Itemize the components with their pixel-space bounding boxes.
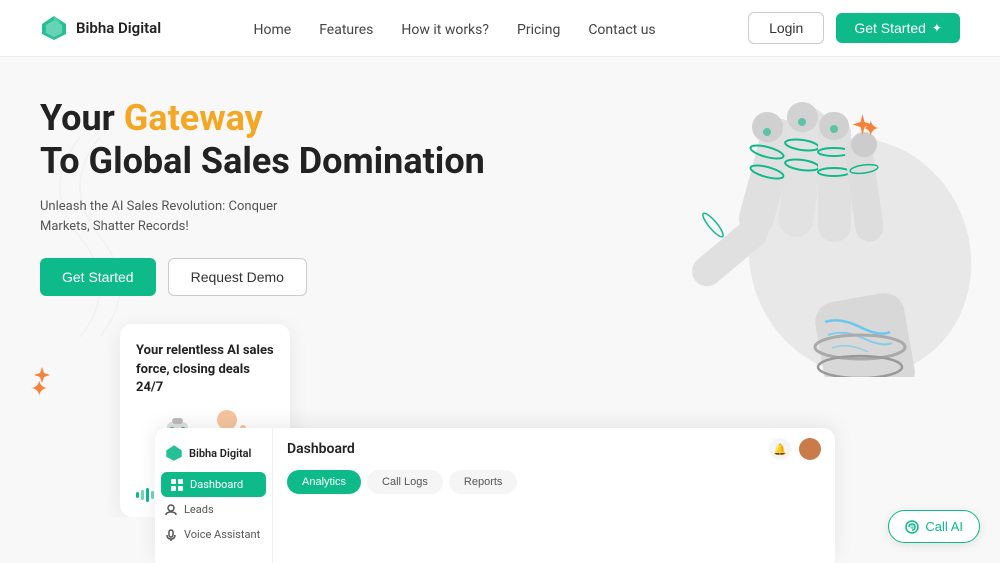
tab-reports[interactable]: Reports <box>449 470 518 494</box>
notification-bell[interactable]: 🔔 <box>769 438 791 460</box>
star-svg-2 <box>32 365 52 385</box>
dashboard-preview: Bibha Digital Dashboard Leads Voice Assi… <box>155 428 835 563</box>
logo: Bibha Digital <box>40 14 161 42</box>
dashboard-title: Dashboard <box>287 441 355 457</box>
dashboard-header-icons: 🔔 <box>769 438 821 460</box>
dashboard-logo-text: Bibha Digital <box>189 447 251 460</box>
nav-get-started-button[interactable]: Get Started ✦ <box>836 13 960 43</box>
nav-how-it-works[interactable]: How it works? <box>401 19 489 38</box>
arrow-icon: ✦ <box>932 21 942 35</box>
login-button[interactable]: Login <box>748 12 824 44</box>
hero-get-started-button[interactable]: Get Started <box>40 258 156 296</box>
dashboard-main: Dashboard 🔔 Analytics Call Logs Reports <box>273 428 835 563</box>
user-avatar[interactable] <box>799 438 821 460</box>
hero-title-line2: To Global Sales Domination <box>40 140 485 183</box>
logo-text: Bibha Digital <box>76 19 161 37</box>
nav-pricing[interactable]: Pricing <box>517 19 560 38</box>
hero-subtitle: Unleash the AI Sales Revolution: Conquer… <box>40 197 330 236</box>
dashboard-tabs: Analytics Call Logs Reports <box>287 470 821 494</box>
nav-home[interactable]: Home <box>254 19 292 38</box>
gateway-text: Gateway <box>124 97 263 139</box>
nav-features[interactable]: Features <box>319 19 373 38</box>
star-svg-1 <box>850 112 875 137</box>
ai-card-text: Your relentless AI sales force, closing … <box>136 342 274 397</box>
logo-icon <box>40 14 68 42</box>
dashboard-logo-icon <box>165 444 183 462</box>
robot-hand-svg <box>520 57 1000 377</box>
call-ai-icon: + <box>905 520 919 534</box>
tab-call-logs[interactable]: Call Logs <box>367 470 443 494</box>
dashboard-sidebar: Bibha Digital Dashboard Leads Voice Assi… <box>155 428 273 563</box>
hero-buttons: Get Started Request Demo <box>40 258 485 296</box>
nav-contact[interactable]: Contact us <box>588 19 655 38</box>
dashboard-logo: Bibha Digital <box>155 438 272 472</box>
nav-actions: Login Get Started ✦ <box>748 12 960 44</box>
sidebar-item-leads[interactable]: Leads <box>155 497 272 522</box>
nav-links: Home Features How it works? Pricing Cont… <box>254 19 656 38</box>
leads-icon <box>165 504 177 516</box>
sidebar-item-dashboard[interactable]: Dashboard <box>161 472 266 497</box>
dashboard-header: Dashboard 🔔 <box>287 438 821 460</box>
robot-hand-illustration <box>520 57 1000 377</box>
tab-analytics[interactable]: Analytics <box>287 470 361 494</box>
sidebar-item-voice-assistant[interactable]: Voice Assistant <box>155 522 272 547</box>
hero-title-line1: Your Gateway <box>40 97 485 140</box>
call-ai-button[interactable]: + Call AI <box>888 510 980 543</box>
request-demo-button[interactable]: Request Demo <box>168 258 307 296</box>
dashboard-icon <box>171 479 183 491</box>
navbar: Bibha Digital Home Features How it works… <box>0 0 1000 57</box>
voice-assistant-icon <box>165 529 177 541</box>
